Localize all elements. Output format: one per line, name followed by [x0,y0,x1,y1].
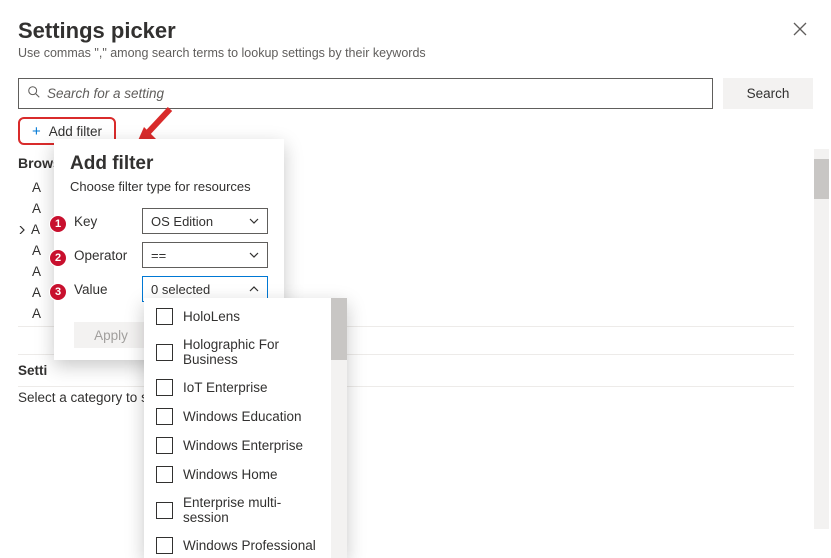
select-category-hint: Select a category to s [18,390,148,405]
close-button[interactable] [787,18,813,43]
dropdown-option[interactable]: Enterprise multi-session [144,489,331,531]
filter-operator-label: Operator [70,248,142,263]
plus-icon: + [32,123,41,140]
apply-button[interactable]: Apply [74,322,148,348]
dropdown-option[interactable]: Holographic For Business [144,331,331,373]
dropdown-option[interactable]: IoT Enterprise [144,373,331,402]
page-title: Settings picker [18,18,426,44]
filter-key-value: OS Edition [151,214,213,229]
dropdown-option[interactable]: HoloLens [144,302,331,331]
filter-value-value: 0 selected [151,282,210,297]
checkbox-icon [156,437,173,454]
annotation-badge-1: 1 [49,215,67,233]
checkbox-icon [156,537,173,554]
chevron-up-icon [249,286,259,292]
search-button[interactable]: Search [723,78,813,109]
popover-title: Add filter [70,153,268,175]
chevron-down-icon [249,252,259,258]
filter-operator-select[interactable]: == [142,242,268,268]
checkbox-icon [156,408,173,425]
add-filter-label: Add filter [49,124,102,139]
search-box[interactable] [18,78,713,109]
dropdown-scrollbar[interactable] [331,298,347,558]
chevron-right-icon [18,222,28,237]
filter-key-label: Key [70,214,142,229]
filter-value-label: Value [70,282,142,297]
checkbox-icon [156,502,173,519]
dropdown-option[interactable]: Windows Professional [144,531,331,558]
checkbox-icon [156,344,173,361]
filter-key-select[interactable]: OS Edition [142,208,268,234]
search-icon [27,85,41,102]
dropdown-option[interactable]: Windows Education [144,402,331,431]
value-dropdown-list: HoloLens Holographic For Business IoT En… [144,298,347,558]
panel-scrollbar[interactable] [814,149,829,529]
page-subtitle: Use commas "," among search terms to loo… [18,46,426,60]
scrollbar-thumb[interactable] [331,298,347,360]
checkbox-icon [156,466,173,483]
checkbox-icon [156,308,173,325]
search-input[interactable] [47,86,704,101]
dropdown-option[interactable]: Windows Enterprise [144,431,331,460]
scrollbar-thumb[interactable] [814,159,829,199]
filter-operator-value: == [151,248,166,263]
annotation-badge-2: 2 [49,249,67,267]
popover-subtitle: Choose filter type for resources [70,179,268,194]
checkbox-icon [156,379,173,396]
annotation-badge-3: 3 [49,283,67,301]
dropdown-option[interactable]: Windows Home [144,460,331,489]
close-icon [793,22,807,36]
chevron-down-icon [249,218,259,224]
